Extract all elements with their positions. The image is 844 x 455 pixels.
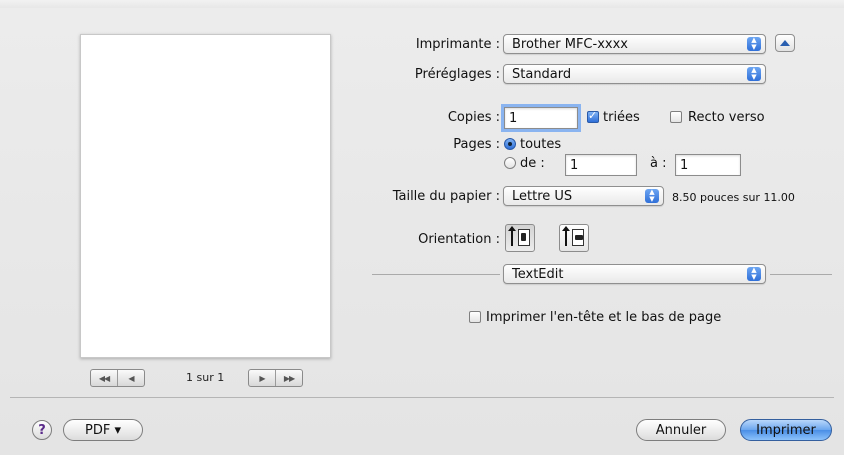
pages-all-label: toutes bbox=[520, 137, 562, 152]
pages-from-input[interactable]: 1 bbox=[565, 154, 637, 176]
collapse-details-button[interactable] bbox=[775, 34, 795, 52]
arrow-up-icon bbox=[562, 226, 570, 246]
presets-label: Préréglages : bbox=[414, 67, 500, 82]
paper-dimensions: 8.50 pouces sur 11.00 bbox=[672, 191, 795, 204]
presets-value: Standard bbox=[512, 66, 572, 82]
pages-range-label: de : bbox=[520, 156, 545, 171]
printer-select[interactable]: Brother MFC-xxxx ▲ ▼ bbox=[503, 34, 766, 54]
bottom-divider bbox=[10, 397, 834, 398]
popup-arrows-icon: ▲ ▼ bbox=[747, 37, 761, 51]
cancel-button[interactable]: Annuler bbox=[636, 419, 726, 441]
last-page-button[interactable]: ▶▶ bbox=[276, 370, 302, 386]
section-divider-right bbox=[770, 274, 832, 275]
preview-back-nav: ◀◀ ◀ bbox=[90, 369, 145, 387]
pages-to-input[interactable]: 1 bbox=[675, 154, 741, 176]
portrait-orientation-button[interactable] bbox=[505, 224, 535, 252]
header-footer-label: Imprimer l'en-tête et le bas de page bbox=[486, 310, 722, 325]
section-divider-left bbox=[372, 274, 500, 275]
preview-forward-nav: ▶ ▶▶ bbox=[248, 369, 303, 387]
arrow-up-icon bbox=[508, 226, 516, 246]
pages-all-radio[interactable] bbox=[504, 138, 516, 150]
header-footer-checkbox[interactable] bbox=[469, 311, 481, 323]
page-indicator: 1 sur 1 bbox=[186, 371, 225, 384]
help-button[interactable]: ? bbox=[32, 420, 52, 440]
duplex-checkbox[interactable] bbox=[670, 111, 682, 123]
popup-arrows-icon: ▲ ▼ bbox=[747, 267, 761, 281]
landscape-orientation-button[interactable] bbox=[559, 224, 589, 252]
popup-arrows-icon: ▲ ▼ bbox=[747, 67, 761, 81]
next-page-button[interactable]: ▶ bbox=[249, 370, 276, 386]
pages-range-radio[interactable] bbox=[504, 157, 516, 169]
pages-label: Pages : bbox=[453, 137, 500, 152]
paper-size-select[interactable]: Lettre US ▲ ▼ bbox=[503, 186, 664, 206]
printer-value: Brother MFC-xxxx bbox=[512, 36, 628, 52]
person-icon bbox=[521, 233, 526, 241]
collated-checkbox[interactable] bbox=[587, 109, 599, 123]
collated-label: triées bbox=[603, 110, 640, 125]
page-preview bbox=[80, 34, 331, 358]
first-page-button[interactable]: ◀◀ bbox=[91, 370, 118, 386]
previous-page-button[interactable]: ◀ bbox=[118, 370, 144, 386]
pages-to-label: à : bbox=[650, 156, 667, 171]
duplex-label: Recto verso bbox=[688, 110, 765, 125]
copies-input[interactable]: 1 bbox=[501, 104, 581, 132]
paper-size-value: Lettre US bbox=[512, 188, 573, 204]
popup-arrows-icon: ▲ ▼ bbox=[645, 189, 659, 203]
triangle-up-icon bbox=[780, 40, 790, 46]
presets-select[interactable]: Standard ▲ ▼ bbox=[503, 64, 766, 84]
printer-label: Imprimante : bbox=[415, 37, 500, 52]
section-select[interactable]: TextEdit ▲ ▼ bbox=[503, 264, 766, 284]
pdf-menu-button[interactable]: PDF ▾ bbox=[63, 419, 143, 441]
section-value: TextEdit bbox=[512, 266, 564, 282]
print-button[interactable]: Imprimer bbox=[740, 419, 832, 441]
orientation-label: Orientation : bbox=[418, 232, 500, 247]
person-rotated-icon bbox=[575, 235, 583, 240]
paper-size-label: Taille du papier : bbox=[392, 189, 500, 204]
copies-label: Copies : bbox=[447, 110, 500, 125]
